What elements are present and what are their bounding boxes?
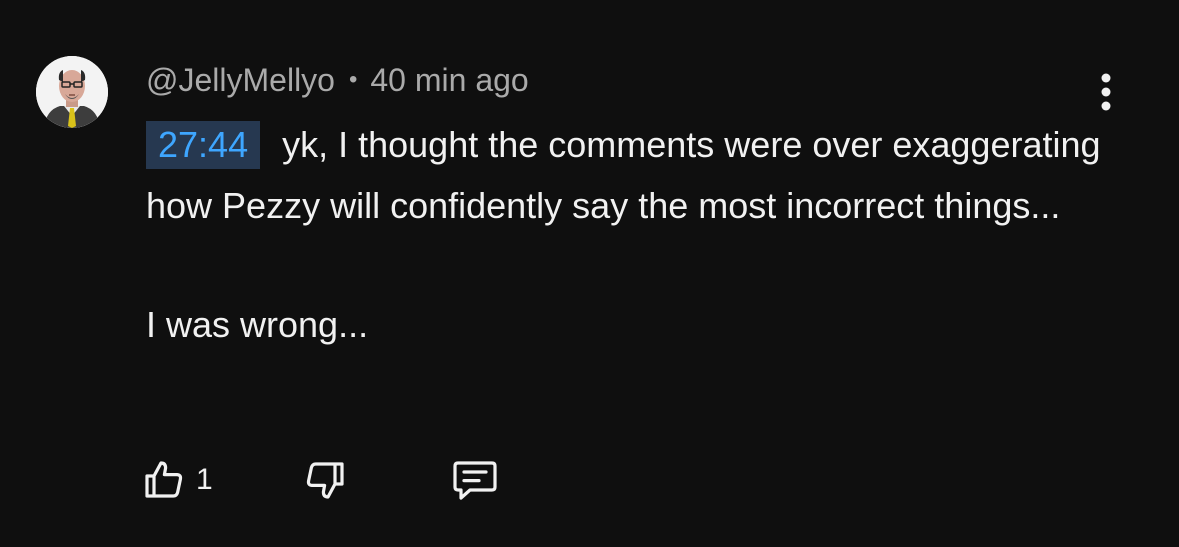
- like-count: 1: [196, 463, 213, 496]
- dislike-button[interactable]: [301, 456, 349, 504]
- more-options-button[interactable]: [1088, 68, 1124, 116]
- like-button[interactable]: 1: [140, 456, 213, 504]
- comment-paragraph: 27:44 yk, I thought the comments were ove…: [146, 114, 1106, 236]
- timestamp-link[interactable]: 27:44: [146, 121, 261, 169]
- thumbs-up-icon: [145, 461, 183, 498]
- reply-button[interactable]: [449, 456, 501, 504]
- comment-thread: @JellyMellyo • 40 min ago 27:44 yk, I tho…: [0, 0, 1179, 547]
- avatar-cartoon-man-icon: [36, 56, 108, 128]
- comment-header: @JellyMellyo • 40 min ago: [146, 60, 529, 100]
- author-name[interactable]: @JellyMellyo: [146, 62, 335, 99]
- comment-paragraph-2: I was wrong...: [146, 304, 369, 345]
- header-separator: •: [348, 66, 358, 93]
- comment-actions: 1: [140, 450, 501, 510]
- reply-comment-icon: [453, 461, 497, 500]
- more-vertical-icon: [1101, 73, 1111, 111]
- comment-body: 27:44 yk, I thought the comments were ove…: [146, 114, 1106, 355]
- comment-time: 40 min ago: [370, 61, 529, 98]
- thumbs-down-icon: [306, 462, 344, 499]
- comment-text: yk, I thought the comments were over exa…: [146, 124, 1101, 226]
- avatar[interactable]: [36, 56, 108, 128]
